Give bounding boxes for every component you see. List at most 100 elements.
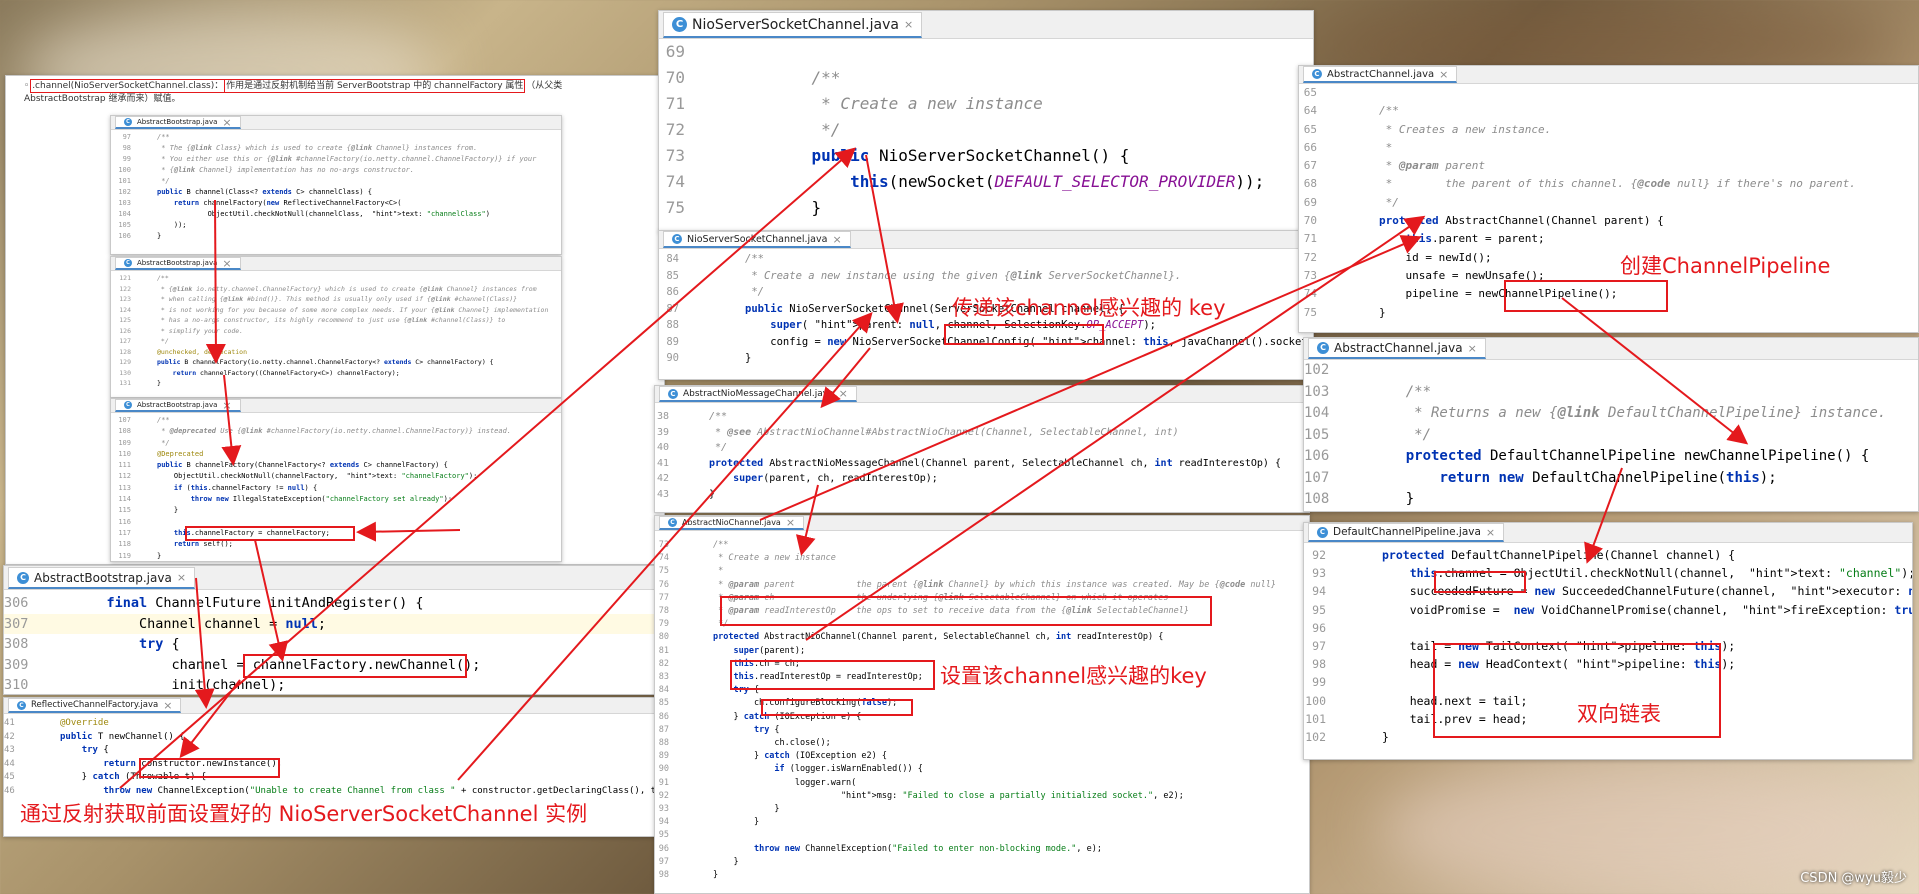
- code-line[interactable]: 69: [659, 39, 1313, 65]
- code-line[interactable]: 71 * Create a new instance: [659, 91, 1313, 117]
- code-line[interactable]: 85 ch.configureBlocking(false);: [655, 697, 1309, 710]
- code-line[interactable]: 75 }: [659, 195, 1313, 221]
- code-line[interactable]: 126 * simplify your code.: [111, 326, 561, 337]
- code-line[interactable]: 65 * Creates a new instance.: [1299, 121, 1918, 139]
- code-line[interactable]: 103 return channelFactory(new Reflective…: [111, 198, 561, 209]
- code-line[interactable]: 42 public T newChannel() {: [4, 731, 662, 745]
- code-line[interactable]: 107 return new DefaultChannelPipeline(th…: [1304, 468, 1918, 490]
- code-line[interactable]: 108 * @deprecated Use {@link #channelFac…: [111, 426, 561, 437]
- code-line[interactable]: 87 try {: [655, 724, 1309, 737]
- code-line[interactable]: 90 if (logger.isWarnEnabled()) {: [655, 763, 1309, 776]
- code-line[interactable]: 104 * Returns a new {@link DefaultChanne…: [1304, 403, 1918, 425]
- code-line[interactable]: 105 ));: [111, 220, 561, 231]
- close-icon[interactable]: ×: [904, 18, 913, 31]
- code-line[interactable]: 131}: [111, 378, 561, 389]
- code-line[interactable]: 121 /**: [111, 273, 561, 284]
- code-line[interactable]: 95: [655, 829, 1309, 842]
- tab-default-channel-pipeline[interactable]: C DefaultChannelPipeline.java ×: [1308, 523, 1505, 542]
- close-icon[interactable]: ×: [1486, 526, 1495, 539]
- code-line[interactable]: 91 logger.warn(: [655, 777, 1309, 790]
- close-icon[interactable]: ×: [832, 233, 841, 246]
- code-line[interactable]: 72 */: [659, 117, 1313, 143]
- code-line[interactable]: 68 * the parent of this channel. {@code …: [1299, 175, 1918, 193]
- code-line[interactable]: 93 }: [655, 803, 1309, 816]
- code-line[interactable]: 70 protected AbstractChannel(Channel pare…: [1299, 212, 1918, 230]
- code-line[interactable]: 129 public B channelFactory(io.netty.chan…: [111, 357, 561, 368]
- code-line[interactable]: 110 @Deprecated: [111, 449, 561, 460]
- code-line[interactable]: 308 try {: [4, 634, 662, 655]
- code-line[interactable]: 108 }: [1304, 489, 1918, 511]
- code-line[interactable]: 39 * @see AbstractNioChannel#AbstractNio…: [655, 425, 1309, 441]
- close-icon[interactable]: ×: [222, 257, 231, 270]
- code-line[interactable]: 95 voidPromise = new VoidChannelPromise(…: [1304, 601, 1912, 619]
- code-line[interactable]: 67 * @param parent: [1299, 157, 1918, 175]
- tab-abstract-bootstrap[interactable]: C AbstractBootstrap.java ×: [115, 257, 241, 270]
- close-icon[interactable]: ×: [786, 516, 795, 529]
- code-line[interactable]: 73 /**: [655, 539, 1309, 552]
- code-line[interactable]: 307 Channel channel = null;: [4, 613, 662, 634]
- code-line[interactable]: 64 /**: [1299, 102, 1918, 120]
- code-line[interactable]: 98 * The {@link Class} which is used to …: [111, 143, 561, 154]
- code-line[interactable]: 65: [1299, 84, 1918, 102]
- code-line[interactable]: 94 }: [655, 816, 1309, 829]
- tab-abstract-nio-channel[interactable]: C AbstractNioChannel.java ×: [659, 516, 805, 530]
- code-line[interactable]: 115 }: [111, 505, 561, 516]
- code-line[interactable]: 96: [1304, 619, 1912, 637]
- tab-abstract-channel[interactable]: C AbstractChannel.java ×: [1303, 66, 1458, 83]
- code-line[interactable]: 93 this.channel = ObjectUtil.checkNotNul…: [1304, 564, 1912, 582]
- code-line[interactable]: 97 /**: [111, 132, 561, 143]
- code-line[interactable]: 40 */: [655, 440, 1309, 456]
- code-line[interactable]: 123 * when calling {@link #bind()}. This…: [111, 294, 561, 305]
- tab-nio-server-socket-channel[interactable]: C NioServerSocketChannel.java ×: [663, 12, 923, 38]
- code-line[interactable]: 44 return constructor.newInstance();: [4, 758, 662, 772]
- code-line[interactable]: 102 public B channel(Class<? extends C> c…: [111, 187, 561, 198]
- tab-reflective-channel-factory[interactable]: C ReflectiveChannelFactory.java ×: [8, 698, 182, 713]
- code-line[interactable]: 43}: [655, 487, 1309, 503]
- code-line[interactable]: 41 @Override: [4, 717, 662, 731]
- code-line[interactable]: 113 if (this.channelFactory != null) {: [111, 483, 561, 494]
- code-line[interactable]: 99 * You either use this or {@link #chan…: [111, 154, 561, 165]
- code-line[interactable]: 45 } catch (Throwable t) {: [4, 771, 662, 785]
- code-line[interactable]: 69 */: [1299, 194, 1918, 212]
- close-icon[interactable]: ×: [222, 116, 231, 129]
- code-line[interactable]: 89 } catch (IOException e2) {: [655, 750, 1309, 763]
- code-line[interactable]: 103 /**: [1304, 382, 1918, 404]
- code-line[interactable]: 80 protected AbstractNioChannel(Channel p…: [655, 631, 1309, 644]
- code-line[interactable]: 112 ObjectUtil.checkNotNull(channelFacto…: [111, 471, 561, 482]
- code-line[interactable]: 106 protected DefaultChannelPipeline new…: [1304, 446, 1918, 468]
- code-line[interactable]: 42 super(parent, ch, readInterestOp);: [655, 471, 1309, 487]
- code-line[interactable]: 122 * {@link io.netty.channel.ChannelFac…: [111, 284, 561, 295]
- code-line[interactable]: 101 */: [111, 176, 561, 187]
- code-line[interactable]: 84 /**: [659, 251, 1313, 268]
- close-icon[interactable]: ×: [1439, 68, 1448, 81]
- code-line[interactable]: 102: [1304, 360, 1918, 382]
- tab-abstract-bootstrap[interactable]: C AbstractBootstrap.java ×: [115, 116, 241, 129]
- code-line[interactable]: 114 throw new IllegalStateException("cha…: [111, 494, 561, 505]
- code-line[interactable]: 109 */: [111, 438, 561, 449]
- code-line[interactable]: 46 throw new ChannelException("Unable to…: [4, 785, 662, 799]
- code-line[interactable]: 94 succeededFuture = new SucceededChanne…: [1304, 582, 1912, 600]
- close-icon[interactable]: ×: [163, 699, 172, 712]
- code-line[interactable]: 98}: [655, 869, 1309, 882]
- code-line[interactable]: 41 protected AbstractNioMessageChannel(Ch…: [655, 456, 1309, 472]
- code-line[interactable]: 128 @unchecked, deprecation: [111, 347, 561, 358]
- code-line[interactable]: 107 /**: [111, 415, 561, 426]
- close-icon[interactable]: ×: [177, 571, 186, 584]
- code-line[interactable]: 74 * Create a new instance: [655, 552, 1309, 565]
- code-line[interactable]: 70 /**: [659, 65, 1313, 91]
- tab-abstract-nio-message-channel[interactable]: C AbstractNioMessageChannel.java ×: [659, 386, 857, 402]
- code-line[interactable]: 74 this(newSocket(DEFAULT_SELECTOR_PROVI…: [659, 169, 1313, 195]
- code-line[interactable]: 76 * @param parent the parent {@link Cha…: [655, 579, 1309, 592]
- code-line[interactable]: 306 final ChannelFuture initAndRegister(…: [4, 593, 662, 614]
- code-line[interactable]: 85 * Create a new instance using the giv…: [659, 268, 1313, 285]
- code-line[interactable]: 125 * has a no-args constructor, its hig…: [111, 315, 561, 326]
- code-line[interactable]: 105 */: [1304, 425, 1918, 447]
- code-line[interactable]: 111 public B channelFactory(ChannelFactor…: [111, 460, 561, 471]
- close-icon[interactable]: ×: [222, 399, 231, 412]
- code-line[interactable]: 100 * {@link Channel} implementation has…: [111, 165, 561, 176]
- close-icon[interactable]: ×: [839, 387, 848, 400]
- code-line[interactable]: 106}: [111, 231, 561, 242]
- tab-abstract-bootstrap[interactable]: C AbstractBootstrap.java ×: [8, 567, 196, 589]
- code-line[interactable]: 104 ObjectUtil.checkNotNull(channelClass…: [111, 209, 561, 220]
- code-line[interactable]: 38 /**: [655, 409, 1309, 425]
